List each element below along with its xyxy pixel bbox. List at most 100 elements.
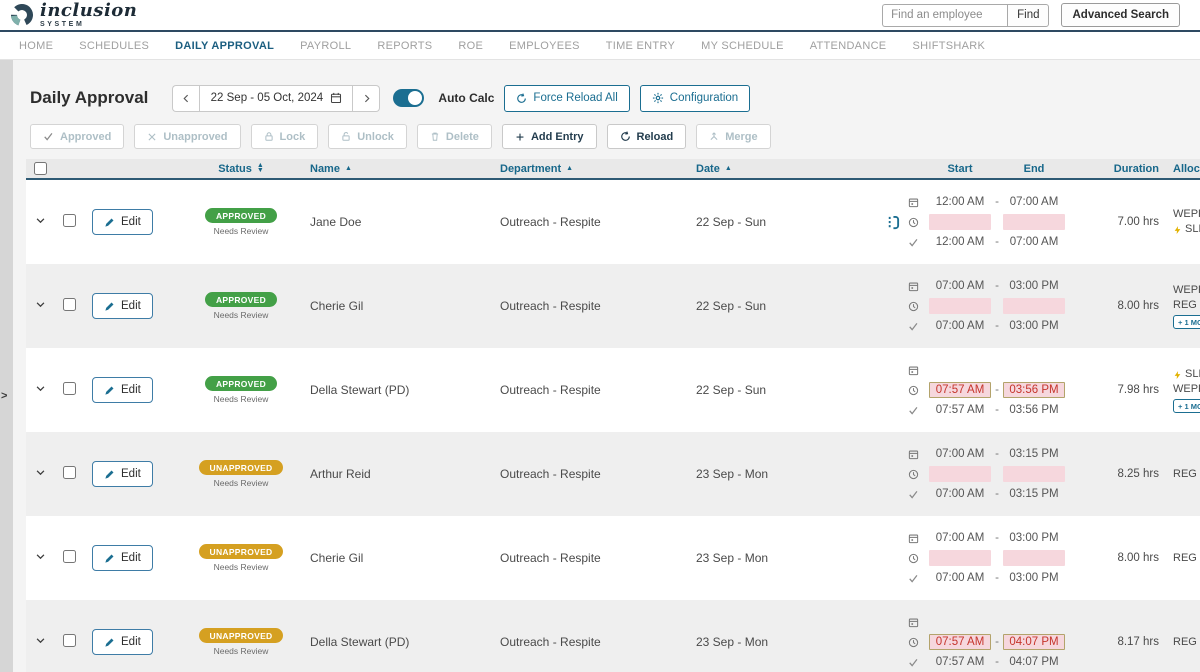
nav-item[interactable]: HOME <box>6 40 66 52</box>
nav-item[interactable]: MY SCHEDULE <box>688 40 797 52</box>
calendar-icon <box>905 617 921 628</box>
next-period-button[interactable] <box>353 85 380 112</box>
check-icon <box>905 321 921 332</box>
row-checkbox[interactable] <box>63 214 76 227</box>
header-name[interactable]: Name▲ <box>310 163 500 175</box>
toolbar-button-icon <box>147 132 157 142</box>
date-range-text: 22 Sep - 05 Oct, 2024 <box>211 92 324 104</box>
employee-name: Cherie Gil <box>310 299 500 313</box>
clock-end-field[interactable]: 03:56 PM <box>1003 382 1065 398</box>
toolbar-button-icon <box>430 131 440 142</box>
approved-times: 12:00 AM - 07:00 AM <box>905 232 1107 252</box>
row-expand-chevron-icon[interactable] <box>35 467 46 478</box>
header-duration: Duration <box>1107 163 1167 175</box>
header-end: End <box>1003 163 1065 175</box>
status-badge: APPROVED <box>205 292 277 307</box>
edit-button[interactable]: Edit <box>92 209 153 235</box>
clock-start-field[interactable] <box>929 466 991 482</box>
toolbar-button-merge[interactable]: Merge <box>696 124 770 149</box>
clock-end-field[interactable] <box>1003 550 1065 566</box>
clock-start-field[interactable] <box>929 214 991 230</box>
search-input[interactable] <box>882 4 1007 27</box>
nav-item[interactable]: SHIFTSHARK <box>899 40 998 52</box>
find-button[interactable]: Find <box>1007 4 1049 27</box>
row-checkbox[interactable] <box>63 298 76 311</box>
table-row: Edit APPROVED Needs Review Jane Doe Outr… <box>26 180 1200 264</box>
row-checkbox[interactable] <box>63 382 76 395</box>
more-allocations-badge[interactable]: + 1 MORE <box>1173 315 1200 329</box>
nav-item[interactable]: DAILY APPROVAL <box>162 40 287 52</box>
brand-name: inclusion <box>40 2 137 20</box>
department: Outreach - Respite <box>500 467 696 481</box>
row-expand-chevron-icon[interactable] <box>35 299 46 310</box>
nav-item[interactable]: ROE <box>445 40 496 52</box>
row-expand-chevron-icon[interactable] <box>35 383 46 394</box>
allocation-line: WEPRI <box>1173 382 1200 397</box>
toolbar-button-add-entry[interactable]: Add Entry <box>502 124 597 149</box>
toolbar-button-label: Lock <box>280 131 306 143</box>
clock-end-field[interactable] <box>1003 214 1065 230</box>
pencil-icon <box>104 385 115 396</box>
status-badge: UNAPPROVED <box>199 544 284 559</box>
calendar-icon <box>905 365 921 376</box>
header-department[interactable]: Department▲ <box>500 163 696 175</box>
allocations: WEPRISLP ( <box>1167 207 1200 237</box>
department: Outreach - Respite <box>500 383 696 397</box>
row-expand-chevron-icon[interactable] <box>35 635 46 646</box>
prev-period-button[interactable] <box>172 85 199 112</box>
clock-icon <box>905 637 921 648</box>
clock-start-field[interactable] <box>929 550 991 566</box>
advanced-search-button[interactable]: Advanced Search <box>1061 3 1180 27</box>
clock-end-field[interactable] <box>1003 298 1065 314</box>
clock-end-field[interactable]: 04:07 PM <box>1003 634 1065 650</box>
edit-button[interactable]: Edit <box>92 545 153 571</box>
nav-item[interactable]: PAYROLL <box>287 40 364 52</box>
header-status[interactable]: Status ▲▼ <box>172 163 310 175</box>
row-expand-chevron-icon[interactable] <box>35 551 46 562</box>
toolbar-button-lock[interactable]: Lock <box>251 124 319 149</box>
page-action-button[interactable]: Force Reload All <box>504 85 629 112</box>
toolbar-button-reload[interactable]: Reload <box>607 124 687 149</box>
clock-end-field[interactable] <box>1003 466 1065 482</box>
row-checkbox[interactable] <box>63 550 76 563</box>
toolbar-button-delete[interactable]: Delete <box>417 124 492 149</box>
scheduled-times: 07:00 AM - 03:00 PM <box>905 276 1107 296</box>
more-allocations-badge[interactable]: + 1 MORE <box>1173 399 1200 413</box>
edit-button[interactable]: Edit <box>92 461 153 487</box>
clock-start-field[interactable]: 07:57 AM <box>929 382 991 398</box>
auto-calc-toggle[interactable] <box>393 89 424 107</box>
select-all-checkbox[interactable] <box>34 162 47 175</box>
toolbar-button-approved[interactable]: Approved <box>30 124 124 149</box>
clock-icon <box>905 217 921 228</box>
allocations: REG (8 <box>1167 635 1200 650</box>
clock-start-field[interactable] <box>929 298 991 314</box>
sidebar-expand-chevron-icon[interactable]: > <box>1 390 7 402</box>
left-rail: > <box>0 60 13 672</box>
page-action-button[interactable]: Configuration <box>640 85 750 112</box>
row-checkbox[interactable] <box>63 466 76 479</box>
nav-item[interactable]: EMPLOYEES <box>496 40 593 52</box>
allocations: REG (8 <box>1167 467 1200 482</box>
toolbar-button-unlock[interactable]: Unlock <box>328 124 407 149</box>
clocked-times: - <box>905 212 1107 232</box>
nav-item[interactable]: TIME ENTRY <box>593 40 688 52</box>
table-body: Edit APPROVED Needs Review Jane Doe Outr… <box>26 180 1200 672</box>
edit-button[interactable]: Edit <box>92 377 153 403</box>
edit-button[interactable]: Edit <box>92 629 153 655</box>
nav-item[interactable]: SCHEDULES <box>66 40 162 52</box>
row-checkbox[interactable] <box>63 634 76 647</box>
row-expand-chevron-icon[interactable] <box>35 215 46 226</box>
auto-calc-label: Auto Calc <box>438 91 494 105</box>
header-date[interactable]: Date▲ <box>696 163 880 175</box>
shift-date: 23 Sep - Mon <box>696 551 880 565</box>
department: Outreach - Respite <box>500 299 696 313</box>
nav-item[interactable]: REPORTS <box>364 40 445 52</box>
clocked-times: 07:57 AM - 04:07 PM <box>905 632 1107 652</box>
times: 12:00 AM - 07:00 AM - 12:00 AM - 07:00 A… <box>905 192 1107 252</box>
clock-start-field[interactable]: 07:57 AM <box>929 634 991 650</box>
nav-item[interactable]: ATTENDANCE <box>797 40 900 52</box>
calendar-icon <box>905 281 921 292</box>
toolbar-button-unapproved[interactable]: Unapproved <box>134 124 240 149</box>
edit-button[interactable]: Edit <box>92 293 153 319</box>
date-range-value[interactable]: 22 Sep - 05 Oct, 2024 <box>199 85 353 112</box>
